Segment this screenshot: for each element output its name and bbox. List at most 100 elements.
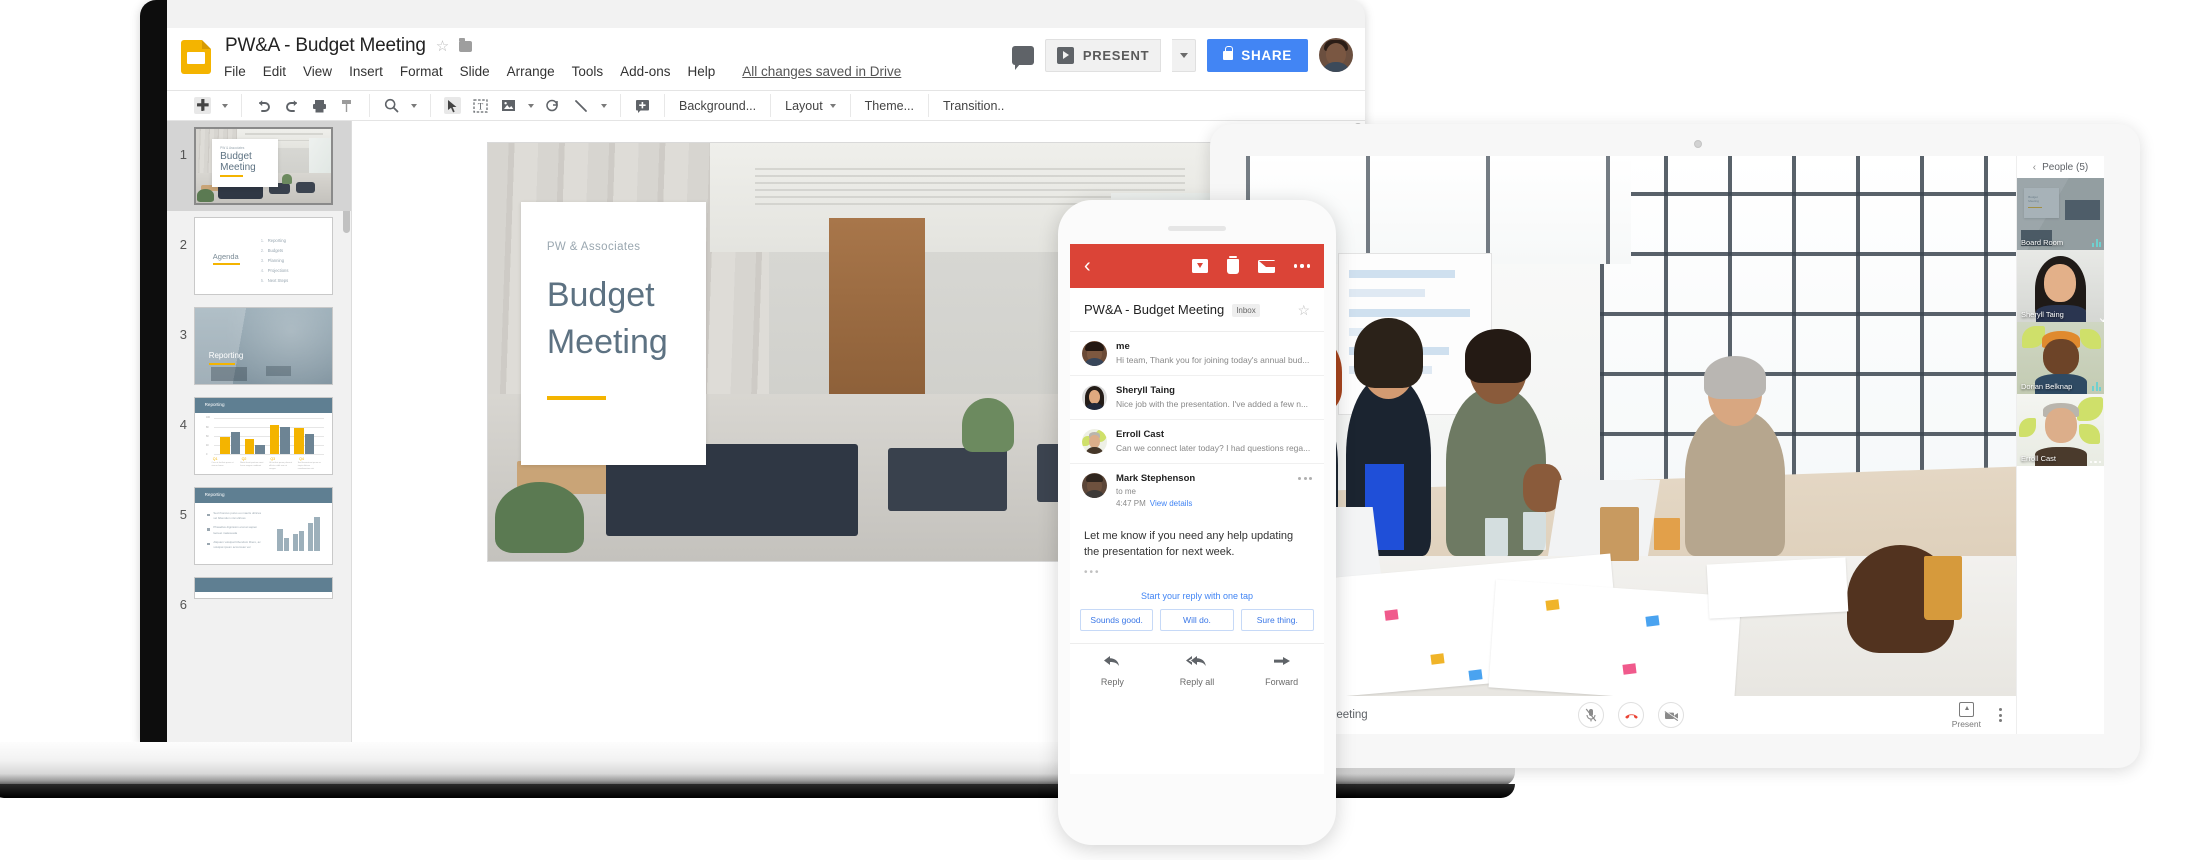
filmstrip-slide-1[interactable]: 1 PW & Associates Budget Meeting bbox=[167, 121, 351, 211]
trash-icon[interactable] bbox=[1226, 255, 1239, 274]
star-icon[interactable]: ☆ bbox=[436, 37, 449, 55]
slide-thumbnail[interactable]: Reporting Sed rhoncus purus eu mauris ul… bbox=[194, 487, 333, 565]
reply-all-button[interactable]: Reply all bbox=[1155, 654, 1240, 687]
chevron-down-icon[interactable] bbox=[411, 103, 417, 108]
chevron-down-icon[interactable] bbox=[222, 103, 228, 108]
add-slide-icon[interactable] bbox=[194, 97, 211, 114]
slides-toolbar: T Background... Layout Theme... Transiti… bbox=[167, 90, 1365, 121]
reply-button[interactable]: Reply bbox=[1070, 654, 1155, 687]
menu-slide[interactable]: Slide bbox=[460, 64, 490, 79]
slide-thumbnail[interactable] bbox=[194, 577, 333, 599]
comment-icon[interactable] bbox=[1011, 45, 1034, 70]
filmstrip-slide-2[interactable]: 2 Agenda 1. Reporting 2. Budgets 3. Plannin… bbox=[167, 211, 351, 301]
message-row-sheryll[interactable]: Sheryll Taing Nice job with the presenta… bbox=[1070, 376, 1324, 420]
present-label: PRESENT bbox=[1082, 47, 1150, 63]
forward-button[interactable]: Forward bbox=[1239, 654, 1324, 687]
background-button[interactable]: Background... bbox=[665, 94, 772, 117]
message-row-erroll[interactable]: Erroll Cast Can we connect later today? … bbox=[1070, 420, 1324, 464]
smart-reply-2[interactable]: Will do. bbox=[1160, 608, 1234, 631]
chevron-left-icon[interactable]: ‹ bbox=[2033, 162, 2036, 173]
participant-name: Dorian Belknap bbox=[2021, 382, 2073, 391]
redo-icon[interactable] bbox=[283, 97, 300, 114]
text-box-icon[interactable]: T bbox=[472, 97, 489, 114]
image-icon[interactable] bbox=[500, 97, 517, 114]
add-comment-icon[interactable] bbox=[634, 97, 651, 114]
layout-button[interactable]: Layout bbox=[771, 94, 851, 117]
y-tick: 40 bbox=[205, 444, 209, 448]
label-badge[interactable]: Inbox bbox=[1232, 304, 1260, 317]
slide-thumbnail[interactable]: Reporting bbox=[194, 307, 333, 385]
participant-tile-dorian-belknap[interactable]: Dorian Belknap bbox=[2017, 322, 2104, 394]
document-title-row: PW&A - Budget Meeting ☆ bbox=[225, 35, 473, 57]
slide-filmstrip[interactable]: 1 PW & Associates Budget Meeting 2 Agend… bbox=[167, 121, 352, 742]
chevron-down-icon[interactable] bbox=[528, 103, 534, 108]
star-icon[interactable]: ☆ bbox=[1297, 302, 1310, 319]
filmstrip-slide-5[interactable]: 5 Reporting Sed rhoncus purus eu mauris … bbox=[167, 481, 351, 571]
slide-thumbnail[interactable]: Agenda 1. Reporting 2. Budgets 3. Planning … bbox=[194, 217, 333, 295]
present-button[interactable]: Present bbox=[1952, 701, 1981, 729]
more-options-icon[interactable] bbox=[2089, 460, 2101, 463]
camera-off-button[interactable] bbox=[1658, 702, 1684, 728]
slides-header: PW&A - Budget Meeting ☆ File Edit View I… bbox=[167, 28, 1365, 90]
menu-file[interactable]: File bbox=[224, 64, 246, 79]
filmstrip-slide-3[interactable]: 3 Reporting bbox=[167, 301, 351, 391]
share-button[interactable]: SHARE bbox=[1207, 38, 1308, 72]
folder-icon[interactable] bbox=[459, 37, 473, 52]
hang-up-button[interactable] bbox=[1618, 702, 1644, 728]
menu-edit[interactable]: Edit bbox=[263, 64, 286, 79]
transition-button[interactable]: Transition.. bbox=[929, 94, 1018, 117]
participant-tile-erroll-cast[interactable]: Erroll Cast bbox=[2017, 394, 2104, 466]
lock-icon bbox=[1223, 45, 1234, 60]
menu-tools[interactable]: Tools bbox=[572, 64, 604, 79]
shape-icon[interactable] bbox=[545, 97, 562, 114]
more-options-icon[interactable] bbox=[1298, 473, 1312, 480]
transition-label: Transition.. bbox=[943, 98, 1005, 113]
message-row-me[interactable]: me Hi team, Thank you for joining today'… bbox=[1070, 332, 1324, 376]
participant-name: Board Room bbox=[2021, 238, 2064, 247]
present-dropdown-button[interactable] bbox=[1172, 38, 1197, 72]
slide-number: 2 bbox=[179, 237, 187, 252]
menu-help[interactable]: Help bbox=[687, 64, 715, 79]
mute-mic-button[interactable] bbox=[1578, 702, 1604, 728]
trimmed-content-button[interactable]: ••• bbox=[1070, 565, 1324, 588]
slide-thumbnail[interactable]: PW & Associates Budget Meeting bbox=[194, 127, 333, 205]
print-icon[interactable] bbox=[311, 97, 328, 114]
layout-label: Layout bbox=[785, 98, 823, 113]
slide-thumbnail[interactable]: Reporting 100 80 60 40 0 Q1 Q2 Q3 Q4 Cra… bbox=[194, 397, 333, 475]
email-subject-row: PW&A - Budget Meeting Inbox ☆ bbox=[1070, 288, 1324, 332]
menu-addons[interactable]: Add-ons bbox=[620, 64, 670, 79]
filmstrip-slide-4[interactable]: 4 Reporting 100 80 60 40 0 Q1 Q2 Q3 Q4 C… bbox=[167, 391, 351, 481]
smart-reply-1[interactable]: Sounds good. bbox=[1080, 608, 1154, 631]
line-icon[interactable] bbox=[573, 97, 590, 114]
accent-rule bbox=[220, 175, 243, 178]
save-status[interactable]: All changes saved in Drive bbox=[742, 64, 901, 79]
filmstrip-slide-6[interactable]: 6 bbox=[167, 571, 351, 618]
undo-icon[interactable] bbox=[255, 97, 272, 114]
page-title[interactable]: PW&A - Budget Meeting bbox=[225, 35, 426, 57]
menu-bar: File Edit View Insert Format Slide Arran… bbox=[224, 64, 901, 79]
back-arrow-icon[interactable]: ‹ bbox=[1084, 256, 1091, 276]
slide-number: 6 bbox=[179, 597, 187, 612]
theme-button[interactable]: Theme... bbox=[851, 94, 929, 117]
menu-format[interactable]: Format bbox=[400, 64, 443, 79]
view-details-link[interactable]: View details bbox=[1150, 499, 1193, 508]
chevron-down-icon[interactable] bbox=[601, 103, 607, 108]
archive-icon[interactable] bbox=[1191, 259, 1208, 273]
menu-arrange[interactable]: Arrange bbox=[507, 64, 555, 79]
paint-format-icon[interactable] bbox=[339, 97, 356, 114]
select-cursor-icon[interactable] bbox=[444, 97, 461, 114]
menu-insert[interactable]: Insert bbox=[349, 64, 383, 79]
participant-tile-sheryll-taing[interactable]: Sheryll Taing bbox=[2017, 250, 2104, 322]
participant-tile-board-room[interactable]: BudgetMeeting Board Room bbox=[2017, 178, 2104, 250]
avatar[interactable] bbox=[1319, 38, 1353, 72]
mark-unread-icon[interactable] bbox=[1257, 259, 1275, 273]
open-message-header[interactable]: Mark Stephenson to me 4:47 PM View detail… bbox=[1070, 464, 1324, 517]
more-options-icon[interactable] bbox=[1999, 708, 2002, 722]
menu-view[interactable]: View bbox=[303, 64, 332, 79]
zoom-icon[interactable] bbox=[383, 97, 400, 114]
more-options-icon[interactable] bbox=[1293, 264, 1310, 268]
meeting-video-feed[interactable] bbox=[1246, 156, 2016, 696]
y-tick: 100 bbox=[205, 415, 210, 419]
smart-reply-3[interactable]: Sure thing. bbox=[1240, 608, 1314, 631]
present-button[interactable]: PRESENT bbox=[1044, 38, 1162, 72]
